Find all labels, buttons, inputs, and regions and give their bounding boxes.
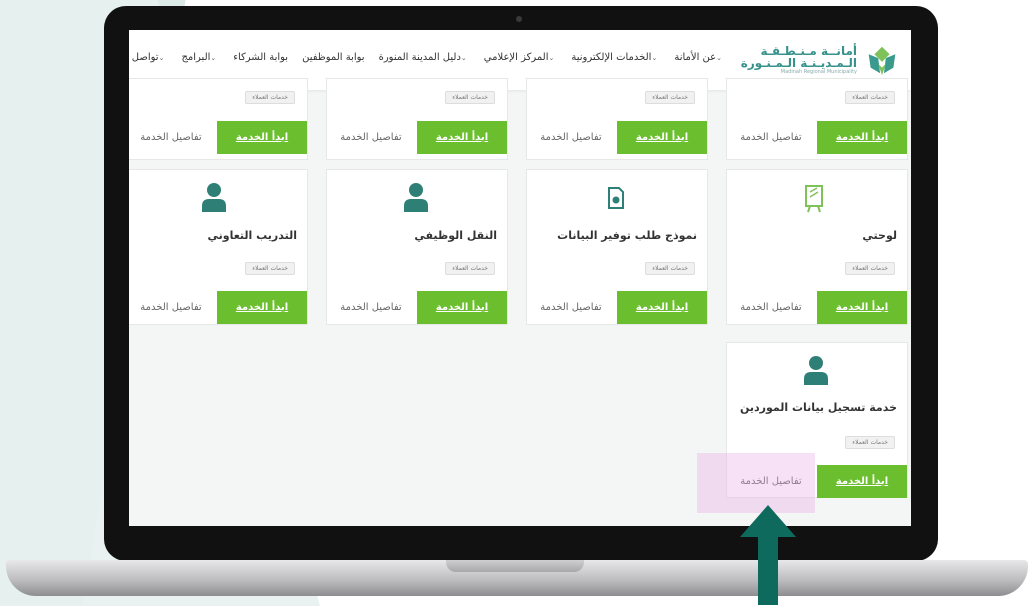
chevron-down-icon: ⌄ — [548, 54, 555, 62]
chevron-down-icon: ⌄ — [158, 54, 165, 62]
start-service-button[interactable]: ابدأ الخدمة — [817, 121, 907, 154]
start-service-button[interactable]: ابدأ الخدمة — [417, 121, 507, 154]
card-title: لوحتي — [862, 229, 897, 242]
service-details-button[interactable]: تفاصيل الخدمة — [727, 291, 815, 324]
service-details-button[interactable]: تفاصيل الخدمة — [327, 121, 415, 154]
card-title: خدمة تسجيل بيانات الموردين — [739, 401, 897, 414]
service-card-coop-training: التدريب التعاوني خدمات العملاء ابدأ الخد… — [129, 169, 308, 325]
service-details-button[interactable]: تفاصيل الخدمة — [129, 121, 215, 154]
nav-item-label: تواصل معنا — [129, 52, 159, 63]
nav-item[interactable]: بوابة الشركاء — [233, 52, 288, 63]
card-title: النقل الوظيفي — [414, 229, 497, 242]
service-details-button[interactable]: تفاصيل الخدمة — [327, 291, 415, 324]
billboard-icon — [805, 185, 823, 213]
start-service-button[interactable]: ابدأ الخدمة — [617, 291, 707, 324]
document-icon — [608, 187, 624, 209]
service-card-lawhati: لوحتي خدمات العملاء ابدأ الخدمة تفاصيل ا… — [726, 169, 908, 325]
customer-services-tag: خدمات العملاء — [445, 262, 495, 275]
service-card: خدمات العملاء ابدأ الخدمة تفاصيل الخدمة — [726, 78, 908, 160]
nav-item[interactable]: البرامج⌄ — [181, 52, 219, 63]
nav-item[interactable]: تواصل معنا⌄ — [129, 52, 167, 63]
service-details-button[interactable]: تفاصيل الخدمة — [727, 121, 815, 154]
nav-item-label: عن الأمانة — [674, 52, 717, 63]
pointer-arrow-icon — [740, 505, 796, 605]
customer-services-tag: خدمات العملاء — [645, 91, 695, 104]
nav-item-label: دليل المدينة المنورة — [378, 52, 461, 63]
customer-services-tag: خدمات العملاء — [445, 91, 495, 104]
service-details-button[interactable]: تفاصيل الخدمة — [527, 291, 615, 324]
nav-item-label: المركز الإعلامي — [483, 52, 549, 63]
nav-item[interactable]: المركز الإعلامي⌄ — [484, 52, 558, 63]
service-card: خدمات العملاء ابدأ الخدمة تفاصيل الخدمة — [326, 78, 508, 160]
chevron-down-icon: ⌄ — [651, 54, 658, 62]
nav-item-label: الخدمات الإلكترونية — [571, 52, 652, 63]
click-highlight — [697, 453, 815, 513]
service-card-data-request: نموذج طلب توفير البيانات خدمات العملاء ا… — [526, 169, 708, 325]
customer-services-tag: خدمات العملاء — [845, 436, 895, 449]
camera — [516, 16, 522, 22]
chevron-down-icon: ⌄ — [460, 54, 467, 62]
nav-item[interactable]: بوابة الموظفين — [302, 52, 364, 63]
person-icon — [804, 356, 828, 385]
customer-services-tag: خدمات العملاء — [245, 91, 295, 104]
customer-services-tag: خدمات العملاء — [845, 262, 895, 275]
chevron-down-icon: ⌄ — [210, 54, 217, 62]
person-icon — [404, 183, 428, 212]
service-card: خدمات العملاء ابدأ الخدمة تفاصيل الخدمة — [526, 78, 708, 160]
start-service-button[interactable]: ابدأ الخدمة — [617, 121, 707, 154]
customer-services-tag: خدمات العملاء — [845, 91, 895, 104]
nav-item[interactable]: دليل المدينة المنورة⌄ — [379, 52, 470, 63]
nav-item-label: بوابة الموظفين — [302, 52, 365, 63]
start-service-button[interactable]: ابدأ الخدمة — [817, 465, 907, 498]
nav-item[interactable]: عن الأمانة⌄ — [674, 52, 725, 63]
service-details-button[interactable]: تفاصيل الخدمة — [129, 291, 215, 324]
start-service-button[interactable]: ابدأ الخدمة — [417, 291, 507, 324]
customer-services-tag: خدمات العملاء — [645, 262, 695, 275]
customer-services-tag: خدمات العملاء — [245, 262, 295, 275]
nav-item[interactable]: الخدمات الإلكترونية⌄ — [571, 52, 660, 63]
person-icon — [202, 183, 226, 212]
start-service-button[interactable]: ابدأ الخدمة — [217, 291, 307, 324]
chevron-down-icon: ⌄ — [716, 54, 722, 62]
nav-item-label: البرامج — [181, 52, 211, 63]
service-details-button[interactable]: تفاصيل الخدمة — [527, 121, 615, 154]
logo-icon — [868, 46, 896, 76]
nav-item-label: بوابة الشركاء — [233, 52, 289, 63]
laptop-notch — [446, 560, 584, 572]
service-card-job-transfer: النقل الوظيفي خدمات العملاء ابدأ الخدمة … — [326, 169, 508, 325]
site-logo[interactable]: أمانــة مـنـطـقـة الـمـديـنـة الـمـنـورة… — [741, 40, 901, 80]
start-service-button[interactable]: ابدأ الخدمة — [817, 291, 907, 324]
card-title: التدريب التعاوني — [207, 229, 297, 242]
start-service-button[interactable]: ابدأ الخدمة — [217, 121, 307, 154]
card-title: نموذج طلب توفير البيانات — [557, 229, 697, 242]
service-card: خدمات العملاء ابدأ الخدمة تفاصيل الخدمة — [129, 78, 308, 160]
logo-english: Madinah Regional Municipality — [780, 68, 857, 75]
main-menu: عن الأمانة⌄ الخدمات الإلكترونية⌄ المركز ال… — [129, 52, 725, 63]
laptop-screen: أمانــة مـنـطـقـة الـمـديـنـة الـمـنـورة… — [129, 30, 911, 526]
